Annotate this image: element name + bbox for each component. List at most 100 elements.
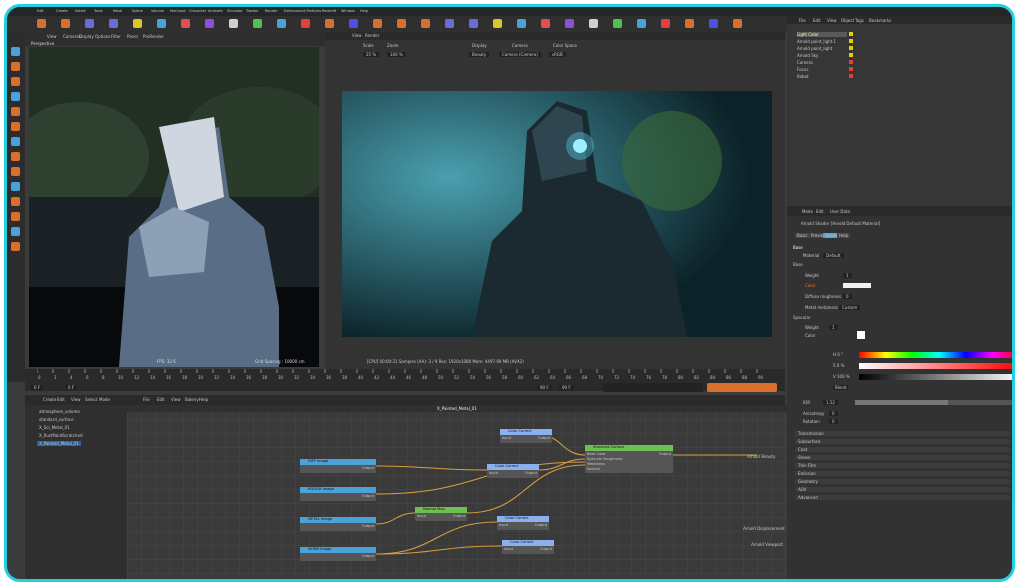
- material-select[interactable]: Default: [823, 253, 844, 258]
- node-color-correct[interactable]: Color Correct Input Output: [487, 464, 539, 478]
- spec-weight-field[interactable]: 1: [829, 325, 838, 330]
- node-input-row[interactable]: Normal: [587, 467, 600, 472]
- object-visibility-dot[interactable]: [849, 67, 853, 71]
- object-visibility-dot[interactable]: [849, 46, 853, 50]
- toolbar-icon[interactable]: [589, 19, 598, 28]
- toolbar-icon[interactable]: [157, 19, 166, 28]
- menu-spline[interactable]: Spline: [132, 9, 143, 14]
- toolbar-icon[interactable]: [565, 19, 574, 28]
- attr-group-subsurface[interactable]: Subsurface: [795, 439, 1010, 444]
- toolbar-icon[interactable]: [37, 19, 46, 28]
- menu-x-particles[interactable]: X-Particles: [303, 9, 321, 14]
- palette-tool-icon[interactable]: [11, 167, 20, 176]
- attr-group-transmission[interactable]: Transmission: [795, 431, 1010, 436]
- node-menu-view[interactable]: View: [71, 397, 81, 402]
- viewport-menu-prorender[interactable]: ProRender: [143, 34, 164, 39]
- node-color-correct[interactable]: Color Correct Input Output: [497, 516, 549, 530]
- node-output-port[interactable]: Output: [362, 554, 374, 559]
- material-list-item[interactable]: atmosphere_volume: [37, 409, 82, 414]
- toolbar-icon[interactable]: [349, 19, 358, 28]
- material-list-item[interactable]: X_RustPaintScratched: [37, 433, 85, 438]
- attr-group-coat[interactable]: Coat: [795, 447, 1010, 452]
- node-diff-image[interactable]: DIFF image Output: [300, 459, 376, 473]
- ior-field[interactable]: 1.52: [823, 400, 838, 405]
- palette-tool-icon[interactable]: [11, 122, 20, 131]
- menu-edit[interactable]: Edit: [37, 9, 44, 14]
- menu-help[interactable]: Help: [360, 9, 368, 14]
- object-item[interactable]: Arnold point_light.1: [797, 39, 847, 44]
- node-menu-edit[interactable]: Edit: [157, 397, 165, 402]
- toolbar-icon[interactable]: [229, 19, 238, 28]
- palette-tool-icon[interactable]: [11, 197, 20, 206]
- node-input-port[interactable]: Input: [504, 547, 513, 552]
- node-output-port[interactable]: Output: [659, 452, 671, 457]
- material-list-item[interactable]: X_Painted_Metal_01: [37, 441, 81, 446]
- object-item[interactable]: Robot: [797, 74, 847, 79]
- node-output-port[interactable]: Output: [362, 524, 374, 529]
- object-visibility-dot[interactable]: [849, 60, 853, 64]
- toolbar-icon[interactable]: [637, 19, 646, 28]
- toolbar-icon[interactable]: [493, 19, 502, 28]
- attr-menu-edit[interactable]: Edit: [816, 209, 824, 214]
- menu-animate[interactable]: Animate: [208, 9, 223, 14]
- toolbar-icon[interactable]: [685, 19, 694, 28]
- palette-tool-icon[interactable]: [11, 77, 20, 86]
- spec-color-swatch[interactable]: [857, 331, 865, 339]
- viewport-menu-options[interactable]: Options: [95, 34, 110, 39]
- node-menu-bakery[interactable]: Bakery: [185, 397, 199, 402]
- attr-group-advanced[interactable]: Advanced: [795, 495, 1010, 500]
- node-input-port[interactable]: Input: [499, 523, 508, 528]
- value-slider[interactable]: [859, 374, 1012, 380]
- menu-volume[interactable]: Volume: [151, 9, 164, 14]
- object-item[interactable]: Camera: [797, 60, 847, 65]
- object-item[interactable]: Focus: [797, 67, 847, 72]
- palette-tool-icon[interactable]: [11, 47, 20, 56]
- node-standard-surface[interactable]: Standard Surface Output Base Color Specular…: [585, 445, 673, 473]
- palette-tool-icon[interactable]: [11, 182, 20, 191]
- node-output-port[interactable]: Output: [540, 547, 552, 552]
- palette-tool-icon[interactable]: [11, 137, 20, 146]
- node-color-correct[interactable]: Color Correct Input Output: [500, 429, 552, 443]
- toolbar-icon[interactable]: [541, 19, 550, 28]
- attr-group-emission[interactable]: Emission: [795, 471, 1010, 476]
- palette-tool-icon[interactable]: [11, 227, 20, 236]
- ior-slider[interactable]: [855, 400, 1012, 405]
- toolbar-icon[interactable]: [661, 19, 670, 28]
- obj-menu-object[interactable]: Object: [841, 18, 854, 23]
- menu-mesh[interactable]: Mesh: [113, 9, 122, 14]
- node-color-correct[interactable]: Color Correct Input Output: [502, 540, 554, 554]
- menu-select[interactable]: Select: [75, 9, 86, 14]
- obj-menu-view[interactable]: View: [827, 18, 837, 23]
- attr-menu-mode[interactable]: Mode: [802, 209, 813, 214]
- material-list-item[interactable]: standard_surface: [37, 417, 76, 422]
- node-output-port[interactable]: Output: [535, 523, 547, 528]
- node-output-port[interactable]: Output: [362, 466, 374, 471]
- node-norm-image[interactable]: NORM image Output: [300, 547, 376, 561]
- menu-create[interactable]: Create: [56, 9, 68, 14]
- attr-group-geometry[interactable]: Geometry: [795, 479, 1010, 484]
- toolbar-icon[interactable]: [709, 19, 718, 28]
- node-output-port[interactable]: Output: [538, 436, 550, 441]
- menu-tracker[interactable]: Tracker: [246, 9, 259, 14]
- attr-group-aov[interactable]: AOV: [795, 487, 1010, 492]
- obj-menu-edit[interactable]: Edit: [813, 18, 821, 23]
- toolbar-icon[interactable]: [181, 19, 190, 28]
- toolbar-icon[interactable]: [85, 19, 94, 28]
- material-list-item[interactable]: X_Sci_Metal_01: [37, 425, 72, 430]
- node-rough-image[interactable]: ROUGH image Output: [300, 487, 376, 501]
- hue-slider[interactable]: [859, 352, 1012, 358]
- node-menu-select[interactable]: Select: [85, 397, 97, 402]
- object-visibility-dot[interactable]: [849, 53, 853, 57]
- base-weight-field[interactable]: 1: [843, 273, 852, 278]
- toolbar-icon[interactable]: [445, 19, 454, 28]
- node-metal-image[interactable]: METAL image Output: [300, 517, 376, 531]
- obj-menu-file[interactable]: File: [799, 18, 806, 23]
- blend-button[interactable]: Blend: [833, 385, 849, 390]
- palette-tool-icon[interactable]: [11, 212, 20, 221]
- toolbar-icon[interactable]: [253, 19, 262, 28]
- node-menu-help[interactable]: Help: [199, 397, 208, 402]
- toolbar-icon[interactable]: [517, 19, 526, 28]
- node-menu-file[interactable]: File: [143, 397, 150, 402]
- toolbar-icon[interactable]: [205, 19, 214, 28]
- menu-simulate[interactable]: Simulate: [227, 9, 242, 14]
